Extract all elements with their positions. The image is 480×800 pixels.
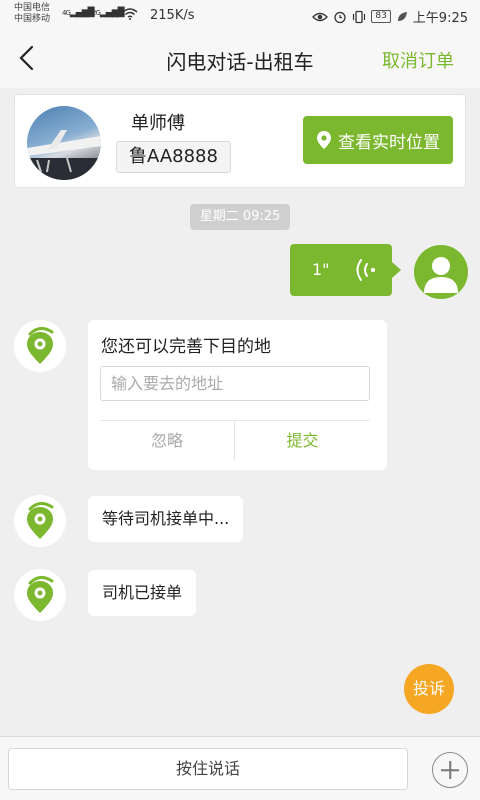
back-arrow-icon[interactable] <box>14 43 42 73</box>
leaf-icon <box>397 11 407 21</box>
airplane-photo <box>27 130 101 180</box>
hold-to-talk-button[interactable]: 按住说话 <box>8 748 408 790</box>
driver-avatar <box>27 106 101 180</box>
bottom-bar: 按住说话 <box>0 736 480 800</box>
complain-button[interactable]: 投诉 <box>404 664 454 714</box>
destination-prompt: 您还可以完善下目的地 <box>101 337 271 357</box>
license-plate: 鲁AA8888 <box>116 141 231 173</box>
driver-name: 单师傅 <box>131 113 185 134</box>
view-location-button[interactable]: 查看实时位置 <box>303 116 453 164</box>
plus-icon[interactable] <box>432 752 468 788</box>
network-speed: 215K/s <box>150 8 195 23</box>
view-location-label: 查看实时位置 <box>338 132 440 153</box>
vibrate-icon <box>353 10 366 23</box>
voice-message[interactable]: 1" <box>290 244 401 296</box>
status-right: 83 上午9:25 <box>312 7 468 26</box>
carrier-1: 中国电信 <box>14 3 51 13</box>
signal-2-icon: 2G▂▄▆█ <box>92 8 125 18</box>
driver-card: 单师傅 鲁AA8888 查看实时位置 <box>14 94 466 188</box>
alarm-icon <box>334 11 346 23</box>
destination-input[interactable] <box>100 366 370 401</box>
bot-logo-icon <box>27 576 54 613</box>
cancel-order-button[interactable]: 取消订单 <box>382 47 454 73</box>
ignore-button[interactable]: 忽略 <box>100 421 234 461</box>
bot-avatar <box>14 495 66 547</box>
bot-logo-icon <box>27 502 54 539</box>
bot-avatar <box>14 569 66 621</box>
chat-timestamp: 星期二 09:25 <box>190 204 290 230</box>
voice-duration: 1" <box>312 260 330 279</box>
bot-avatar <box>14 320 66 372</box>
submit-button[interactable]: 提交 <box>235 421 370 461</box>
voice-wave-icon <box>356 259 376 281</box>
carrier-2: 中国移动 <box>14 14 51 24</box>
user-avatar <box>414 245 468 299</box>
user-icon <box>424 257 458 293</box>
destination-card: 您还可以完善下目的地 忽略 提交 <box>88 320 387 470</box>
nav-bar: 闪电对话-出租车 取消订单 <box>0 30 480 88</box>
eye-icon <box>312 12 329 21</box>
status-bar: 中国电信 中国移动 4G▂▄▆█ 2G▂▄▆█ 215K/s 83 上午9:25 <box>0 0 480 30</box>
clock: 上午9:25 <box>412 11 468 26</box>
signal-1-icon: 4G▂▄▆█ <box>62 8 95 18</box>
battery-icon: 83 <box>371 10 391 23</box>
carrier-info: 中国电信 中国移动 <box>14 3 50 25</box>
location-pin-icon <box>317 131 331 149</box>
accepted-message: 司机已接单 <box>88 570 197 616</box>
bot-logo-icon <box>27 327 54 364</box>
wifi-icon <box>122 8 138 20</box>
waiting-message: 等待司机接单中... <box>88 496 244 542</box>
